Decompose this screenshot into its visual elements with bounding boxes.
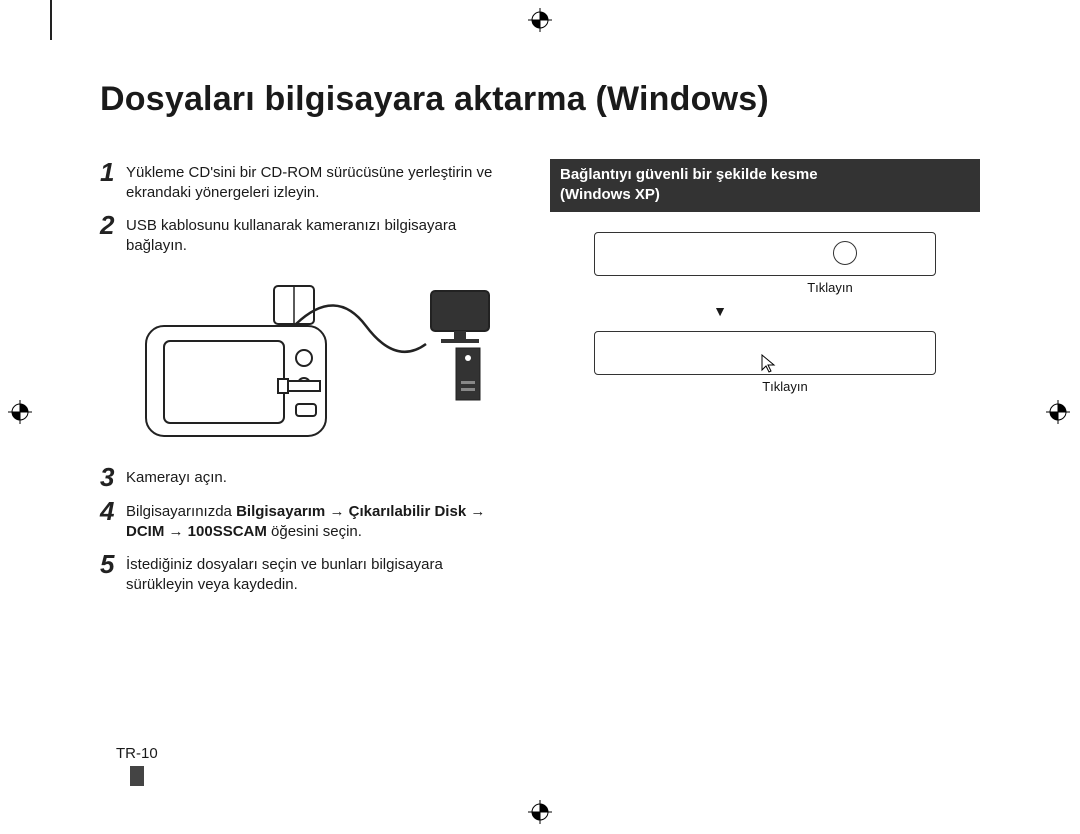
page-number-bar [130, 766, 144, 786]
columns: 1 Yükleme CD'sini bir CD-ROM sürücüsüne … [100, 159, 1000, 603]
step-number: 1 [100, 159, 126, 185]
click-label-2: Tıklayın [590, 379, 980, 394]
page-content: Dosyaları bilgisayara aktarma (Windows) … [100, 80, 1000, 603]
registration-mark-right [1046, 400, 1070, 424]
manual-page: Dosyaları bilgisayara aktarma (Windows) … [0, 0, 1080, 834]
step-5: 5 İstediğiniz dosyaları seçin ve bunları… [100, 551, 500, 596]
click-label-1: Tıklayın [680, 280, 980, 295]
registration-mark-bottom [528, 800, 552, 824]
step-1: 1 Yükleme CD'sini bir CD-ROM sürücüsüne … [100, 159, 500, 204]
step-number: 2 [100, 212, 126, 238]
registration-mark-top [528, 8, 552, 32]
step-text: Kamerayı açın. [126, 464, 227, 488]
step-2: 2 USB kablosunu kullanarak kameranızı bi… [100, 212, 500, 257]
registration-mark-left [8, 400, 32, 424]
tray-icon [833, 241, 857, 265]
cursor-icon [761, 354, 777, 374]
step-text: USB kablosunu kullanarak kameranızı bilg… [126, 212, 500, 257]
disconnect-header: Bağlantıyı güvenli bir şekilde kesme (Wi… [550, 159, 980, 212]
step-text: Yükleme CD'sini bir CD-ROM sürücüsüne ye… [126, 159, 500, 204]
taskbar-tray-box-1 [594, 232, 936, 276]
taskbar-tray-box-2 [594, 331, 936, 375]
right-column: Bağlantıyı güvenli bir şekilde kesme (Wi… [550, 159, 980, 603]
page-number: TR-10 [116, 745, 158, 762]
step-3: 3 Kamerayı açın. [100, 464, 500, 490]
step-number: 4 [100, 498, 126, 524]
step-number: 5 [100, 551, 126, 577]
crop-mark [50, 0, 52, 40]
down-arrow-icon: ▼ [460, 303, 980, 319]
camera-to-pc-illustration [126, 266, 500, 446]
step-text: İstediğiniz dosyaları seçin ve bunları b… [126, 551, 500, 596]
step-number: 3 [100, 464, 126, 490]
step-text: Bilgisayarınızda Bilgisayarım → Çıkarıla… [126, 498, 500, 543]
page-title: Dosyaları bilgisayara aktarma (Windows) [100, 80, 1000, 119]
left-column: 1 Yükleme CD'sini bir CD-ROM sürücüsüne … [100, 159, 500, 603]
taskbar-steps: Tıklayın ▼ Tıklayın [550, 232, 980, 394]
step-4: 4 Bilgisayarınızda Bilgisayarım → Çıkarı… [100, 498, 500, 543]
